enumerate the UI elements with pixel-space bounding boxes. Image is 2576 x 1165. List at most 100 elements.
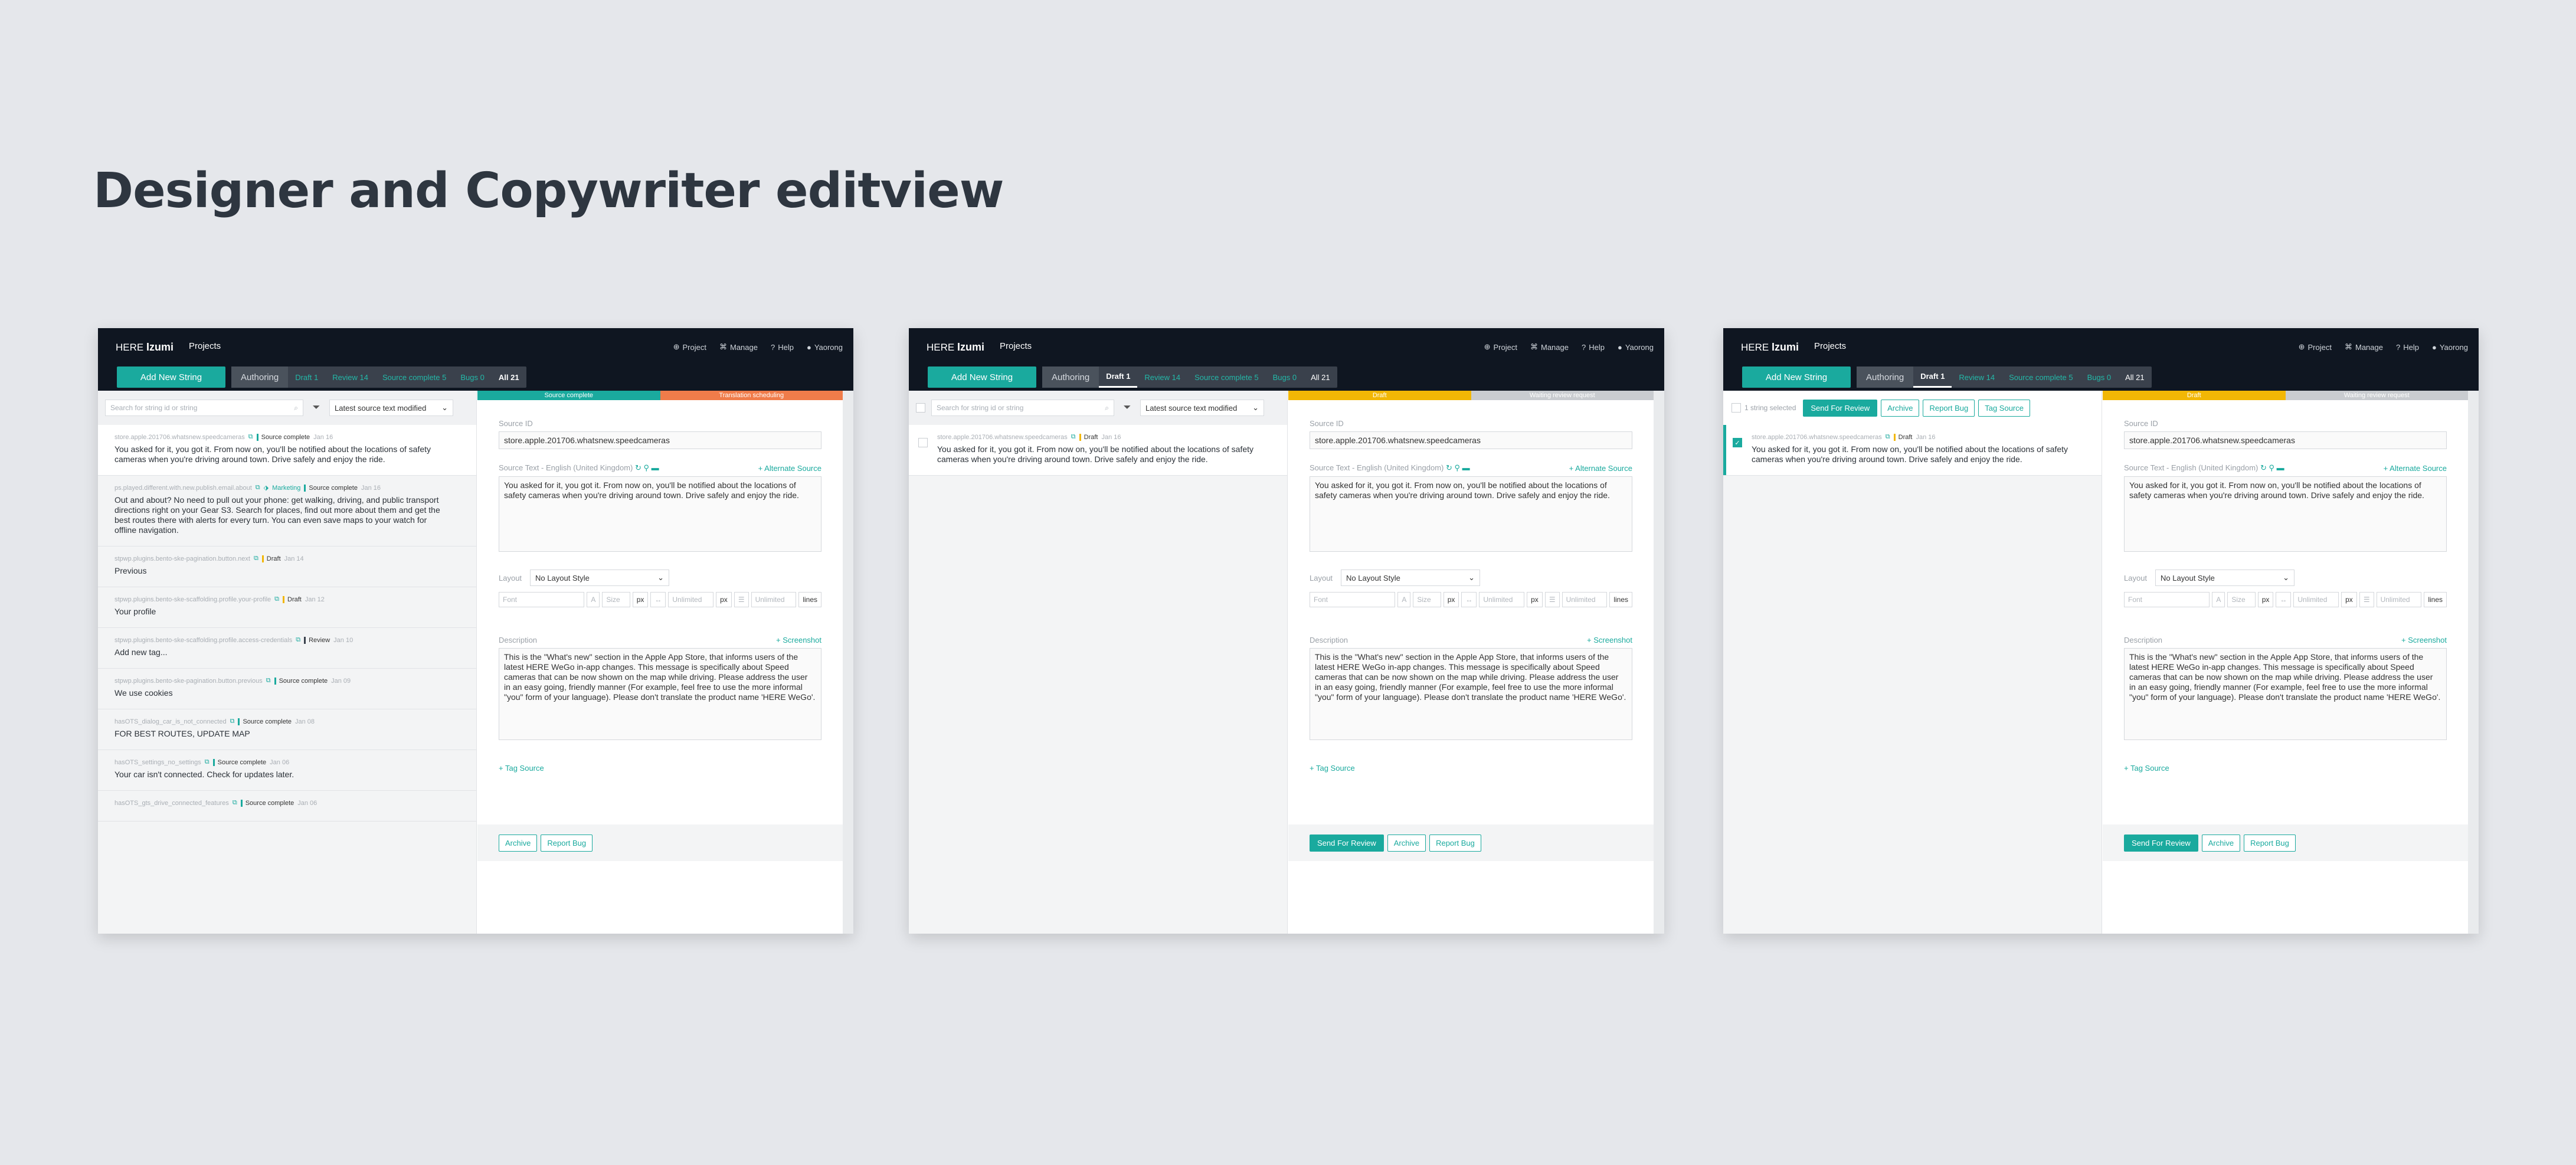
tab-source-complete[interactable]: Source complete 5 <box>375 366 453 388</box>
tag-source-link[interactable]: + Tag Source <box>499 764 821 773</box>
search-input[interactable]: Search for string id or string ⌕ <box>931 400 1114 416</box>
tab-all[interactable]: All 21 <box>1304 366 1337 388</box>
list-item[interactable]: hasOTS_dialog_car_is_not_connected ⧉ Sourc… <box>98 709 476 750</box>
archive-button[interactable]: Archive <box>1881 399 1920 417</box>
source-id-field[interactable]: store.apple.201706.whatsnew.speedcameras <box>499 431 821 449</box>
source-text-field[interactable]: You asked for it, you got it. From now o… <box>499 476 821 552</box>
copy-icon[interactable]: ⧉ <box>266 677 271 685</box>
source-id-field[interactable]: store.apple.201706.whatsnew.speedcameras <box>2124 431 2447 449</box>
nav-projects[interactable]: Projects <box>1814 341 1846 351</box>
history-icon[interactable]: ↻ ⚲ ▬ <box>635 463 659 472</box>
row-checkbox[interactable] <box>918 438 928 447</box>
search-input[interactable]: Search for string id or string ⌕ <box>105 400 303 416</box>
history-icon[interactable]: ↻ ⚲ ▬ <box>1446 463 1470 472</box>
copy-icon[interactable]: ⧉ <box>230 718 235 725</box>
description-field[interactable]: This is the "What's new" section in the … <box>1310 648 1632 740</box>
list-item[interactable]: store.apple.201706.whatsnew.speedcameras… <box>909 425 1287 476</box>
scrollbar[interactable] <box>2468 391 2479 934</box>
copy-icon[interactable]: ⧉ <box>1071 433 1076 441</box>
copy-icon[interactable]: ⧉ <box>233 799 237 807</box>
list-item[interactable]: stpwp.plugins.bento-ske-pagination.butto… <box>98 546 476 587</box>
sort-dropdown[interactable]: Latest source text modified ⌄ <box>329 400 453 416</box>
description-field[interactable]: This is the "What's new" section in the … <box>2124 648 2447 740</box>
width-input[interactable]: Unlimited <box>1479 592 1525 607</box>
tab-draft[interactable]: Draft 1 <box>1913 366 1952 388</box>
list-item[interactable]: hasOTS_gts_drive_connected_features ⧉ Sour… <box>98 791 476 822</box>
width-input[interactable]: Unlimited <box>2293 592 2339 607</box>
layout-dropdown[interactable]: No Layout Style ⌄ <box>530 570 670 586</box>
project-link[interactable]: ⊕ Project <box>673 342 706 352</box>
nav-projects[interactable]: Projects <box>189 341 221 351</box>
copy-icon[interactable]: ⧉ <box>1886 433 1890 441</box>
copy-icon[interactable]: ⧉ <box>256 484 260 492</box>
manage-link[interactable]: ⌘ Manage <box>2345 342 2383 352</box>
lines-input[interactable]: Unlimited <box>751 592 797 607</box>
description-field[interactable]: This is the "What's new" section in the … <box>499 648 821 740</box>
list-item[interactable]: stpwp.plugins.bento-ske-scaffolding.prof… <box>98 628 476 669</box>
copy-icon[interactable]: ⧉ <box>296 636 300 644</box>
list-item[interactable]: hasOTS_settings_no_settings ⧉ Source compl… <box>98 750 476 791</box>
add-new-string-button[interactable]: Add New String <box>928 366 1036 388</box>
tab-bugs[interactable]: Bugs 0 <box>2080 366 2119 388</box>
row-checkbox[interactable]: ✓ <box>1733 438 1742 447</box>
manage-link[interactable]: ⌘ Manage <box>719 342 758 352</box>
archive-button[interactable]: Archive <box>499 834 538 852</box>
source-text-field[interactable]: You asked for it, you got it. From now o… <box>1310 476 1632 552</box>
report-bug-button[interactable]: Report Bug <box>1429 834 1481 852</box>
tag-source-link[interactable]: + Tag Source <box>1310 764 1632 773</box>
send-for-review-button[interactable]: Send For Review <box>1310 834 1384 852</box>
scrollbar[interactable] <box>843 391 853 934</box>
tab-authoring[interactable]: Authoring <box>231 366 289 388</box>
tab-bugs[interactable]: Bugs 0 <box>1266 366 1304 388</box>
font-dropdown[interactable]: Font <box>499 592 585 607</box>
source-id-field[interactable]: store.apple.201706.whatsnew.speedcameras <box>1310 431 1632 449</box>
tab-review[interactable]: Review 14 <box>1137 366 1187 388</box>
select-all-checkbox[interactable] <box>1731 403 1741 413</box>
tab-all[interactable]: All 21 <box>2118 366 2152 388</box>
tab-draft[interactable]: Draft 1 <box>1099 366 1138 388</box>
nav-projects[interactable]: Projects <box>1000 341 1032 351</box>
list-item[interactable]: stpwp.plugins.bento-ske-pagination.butto… <box>98 669 476 709</box>
size-input[interactable]: Size <box>2227 592 2256 607</box>
help-link[interactable]: ? Help <box>1582 342 1605 352</box>
user-link[interactable]: ● Yaorong <box>1618 342 1654 352</box>
help-link[interactable]: ? Help <box>771 342 794 352</box>
list-item[interactable]: stpwp.plugins.bento-ske-scaffolding.prof… <box>98 587 476 628</box>
layout-dropdown[interactable]: No Layout Style ⌄ <box>2155 570 2295 586</box>
font-dropdown[interactable]: Font <box>1310 592 1396 607</box>
report-bug-button[interactable]: Report Bug <box>541 834 593 852</box>
size-input[interactable]: Size <box>602 592 630 607</box>
copy-icon[interactable]: ⧉ <box>254 555 258 562</box>
width-input[interactable]: Unlimited <box>668 592 714 607</box>
select-all-checkbox[interactable] <box>916 403 925 413</box>
size-input[interactable]: Size <box>1413 592 1441 607</box>
project-link[interactable]: ⊕ Project <box>1484 342 1517 352</box>
copy-icon[interactable]: ⧉ <box>205 758 210 766</box>
filter-icon[interactable]: ⏷ <box>309 401 323 415</box>
tag-source-link[interactable]: + Tag Source <box>2124 764 2447 773</box>
tab-authoring[interactable]: Authoring <box>1042 366 1099 388</box>
lines-input[interactable]: Unlimited <box>1562 592 1608 607</box>
scrollbar[interactable] <box>1654 391 1664 934</box>
history-icon[interactable]: ↻ ⚲ ▬ <box>2260 463 2284 472</box>
tab-draft[interactable]: Draft 1 <box>288 366 325 388</box>
send-for-review-button[interactable]: Send For Review <box>2124 834 2198 852</box>
copy-icon[interactable]: ⧉ <box>274 595 279 603</box>
screenshot-link[interactable]: + Screenshot <box>776 636 821 644</box>
tab-authoring[interactable]: Authoring <box>1857 366 1914 388</box>
source-text-field[interactable]: You asked for it, you got it. From now o… <box>2124 476 2447 552</box>
tab-review[interactable]: Review 14 <box>325 366 375 388</box>
report-bug-button[interactable]: Report Bug <box>2244 834 2296 852</box>
list-item[interactable]: store.apple.201706.whatsnew.speedcameras… <box>98 425 476 476</box>
user-link[interactable]: ● Yaorong <box>807 342 843 352</box>
copy-icon[interactable]: ⧉ <box>248 433 253 441</box>
alternate-source-link[interactable]: + Alternate Source <box>758 464 821 473</box>
tab-all[interactable]: All 21 <box>492 366 526 388</box>
screenshot-link[interactable]: + Screenshot <box>1587 636 1632 644</box>
tab-bugs[interactable]: Bugs 0 <box>453 366 492 388</box>
list-item[interactable]: ps.played.different.with.new.publish.ema… <box>98 476 476 546</box>
tab-review[interactable]: Review 14 <box>1952 366 2002 388</box>
lines-input[interactable]: Unlimited <box>2376 592 2422 607</box>
tag-source-button[interactable]: Tag Source <box>1978 399 2030 417</box>
list-item[interactable]: ✓ store.apple.201706.whatsnew.speedcamer… <box>1723 425 2102 476</box>
